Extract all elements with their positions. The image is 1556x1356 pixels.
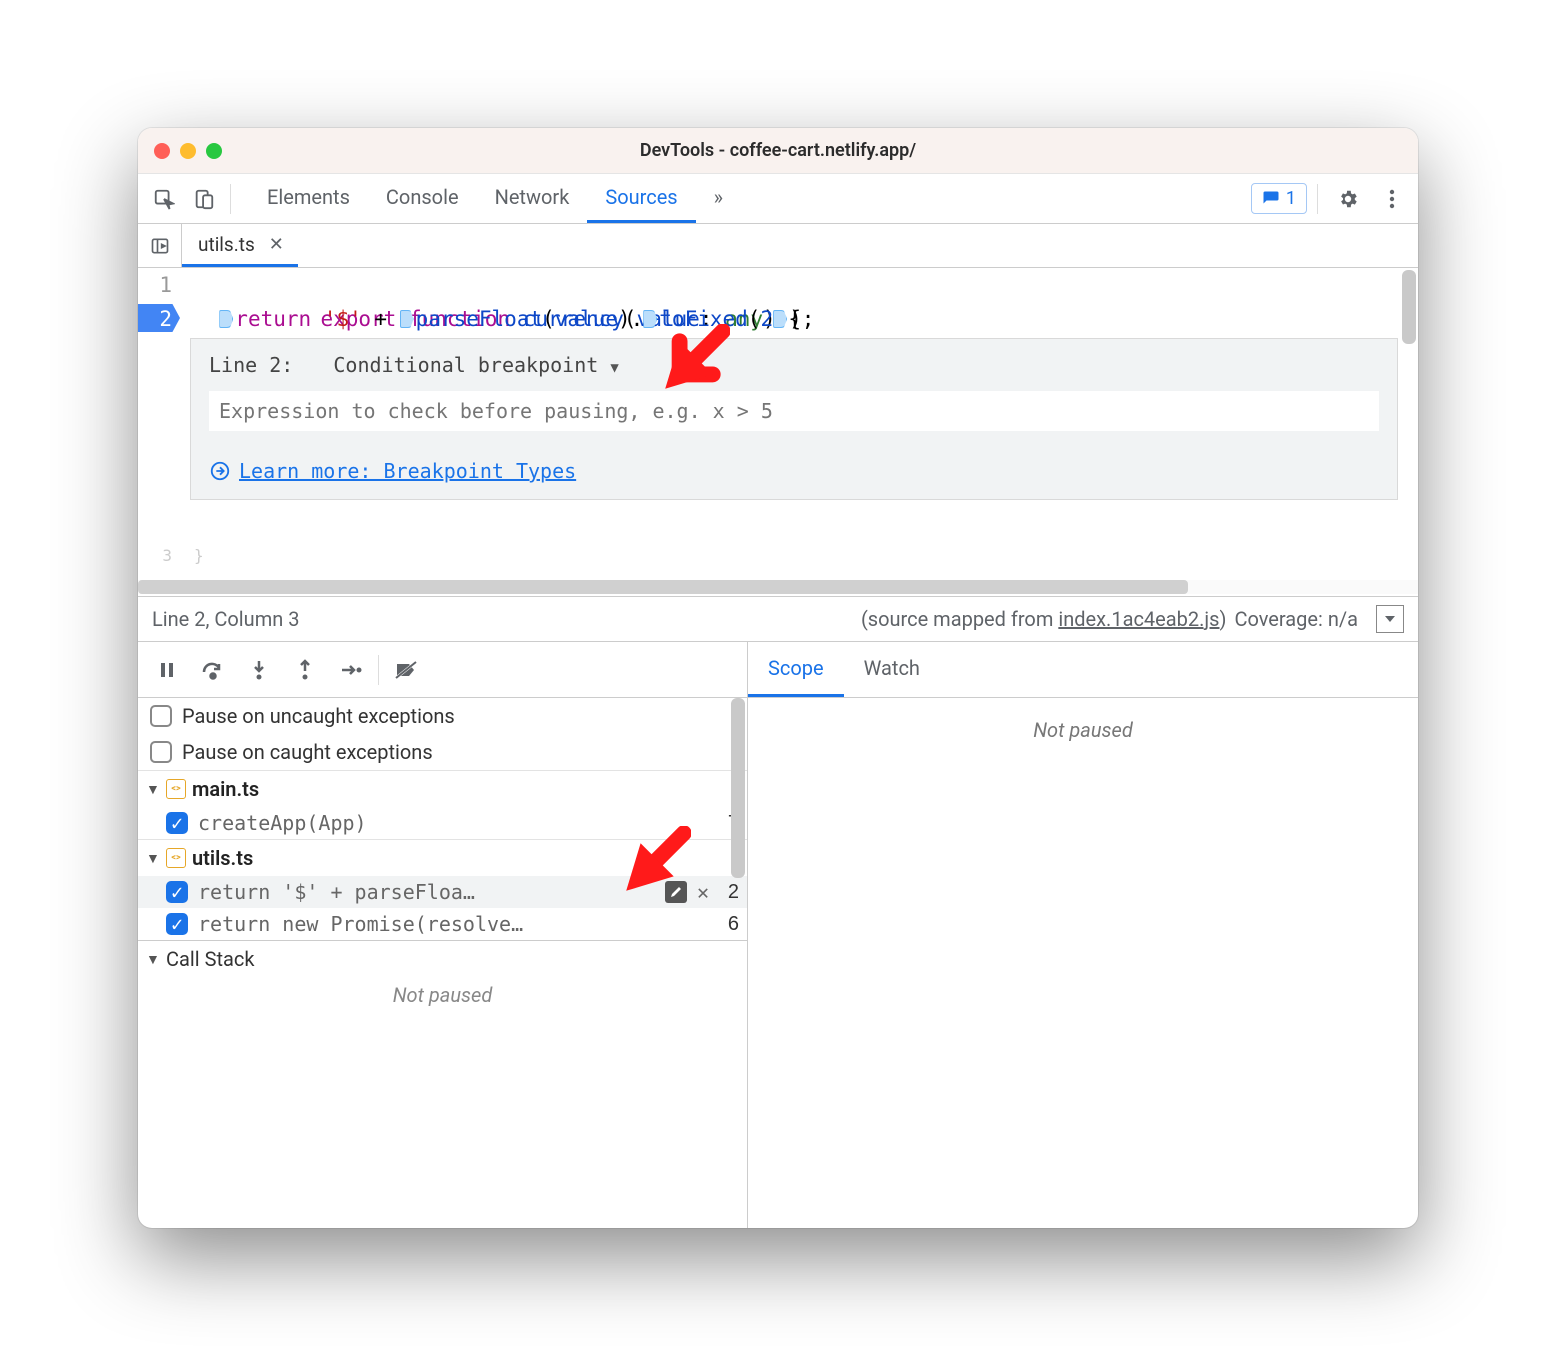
learn-more-link[interactable]: Learn more: Breakpoint Types: [209, 459, 1379, 483]
left-pane-scrollbar[interactable]: [731, 698, 745, 878]
call-stack-section[interactable]: ▼ Call Stack: [138, 940, 747, 977]
checkbox-icon[interactable]: ✓: [166, 812, 188, 834]
step-out-icon[interactable]: [282, 648, 328, 692]
debugger-section: Pause on uncaught exceptions Pause on ca…: [138, 642, 1418, 1228]
pause-caught-row[interactable]: Pause on caught exceptions: [138, 734, 747, 770]
source-mapped-label: (source mapped from index.1ac4eab2.js): [861, 607, 1227, 631]
code-editor[interactable]: 1 export function currency(value: any) {…: [138, 268, 1418, 578]
close-window-button[interactable]: [154, 143, 170, 159]
chevron-down-icon: ▼: [146, 850, 160, 867]
breakpoint-row[interactable]: ✓ return new Promise(resolve… 6: [138, 908, 747, 940]
inspect-element-icon[interactable]: [144, 179, 184, 219]
devtools-window: DevTools - coffee-cart.netlify.app/ Elem…: [138, 128, 1418, 1228]
pause-button-icon[interactable]: [144, 648, 190, 692]
kebab-menu-icon[interactable]: [1372, 179, 1412, 219]
chevron-down-icon: ▼: [610, 360, 618, 376]
main-toolbar: Elements Console Network Sources » 1: [138, 174, 1418, 224]
issues-count: 1: [1286, 188, 1296, 209]
maximize-window-button[interactable]: [206, 143, 222, 159]
step-into-icon[interactable]: [236, 648, 282, 692]
pause-uncaught-row[interactable]: Pause on uncaught exceptions: [138, 698, 747, 734]
scope-watch-pane: Scope Watch Not paused: [748, 642, 1418, 1228]
checkbox-icon[interactable]: [150, 741, 172, 763]
tab-watch[interactable]: Watch: [844, 642, 940, 697]
window-controls: [154, 143, 222, 159]
toolbar-separator: [1317, 184, 1318, 214]
tab-elements[interactable]: Elements: [249, 174, 368, 223]
tab-network[interactable]: Network: [477, 174, 588, 223]
cond-line-label: Line 2:: [209, 353, 293, 377]
close-icon[interactable]: ✕: [263, 234, 290, 255]
file-tab-bar: utils.ts ✕: [138, 224, 1418, 268]
debug-controls-toolbar: [138, 642, 747, 698]
file-group-main[interactable]: ▼ <> main.ts: [138, 770, 747, 807]
code-line-2[interactable]: 2 return '$' + parseFloat(value).toFixed…: [138, 302, 1418, 336]
titlebar: DevTools - coffee-cart.netlify.app/: [138, 128, 1418, 174]
coverage-label: Coverage: n/a: [1234, 607, 1358, 631]
inline-breakpoint-icon[interactable]: [773, 310, 787, 328]
scope-not-paused: Not paused: [748, 698, 1418, 1228]
file-tab-utils[interactable]: utils.ts ✕: [182, 224, 298, 267]
minimize-window-button[interactable]: [180, 143, 196, 159]
checkbox-icon[interactable]: ✓: [166, 913, 188, 935]
tab-scope[interactable]: Scope: [748, 642, 844, 697]
gear-icon[interactable]: [1328, 179, 1368, 219]
breakpoint-row[interactable]: ✓ return '$' + parseFloa… ✕ 2: [138, 876, 747, 908]
chevron-down-icon: ▼: [146, 951, 160, 968]
ts-file-icon: <>: [166, 779, 186, 799]
inline-breakpoint-icon[interactable]: [400, 310, 414, 328]
cond-type-dropdown[interactable]: Conditional breakpoint ▼: [333, 353, 618, 377]
checkbox-icon[interactable]: ✓: [166, 881, 188, 903]
show-console-drawer-icon[interactable]: [1376, 605, 1404, 633]
tabs-overflow-icon[interactable]: »: [696, 174, 741, 223]
breakpoints-pane: Pause on uncaught exceptions Pause on ca…: [138, 642, 748, 1228]
breakpoints-list: Pause on uncaught exceptions Pause on ca…: [138, 698, 747, 1228]
code-line-3[interactable]: 3 }: [138, 546, 204, 565]
tab-sources[interactable]: Sources: [587, 174, 695, 223]
toolbar-separator: [378, 655, 379, 685]
code-horizontal-scrollbar[interactable]: [138, 578, 1418, 596]
source-map-file-link[interactable]: index.1ac4eab2.js: [1058, 607, 1219, 631]
breakpoint-row[interactable]: ✓ createApp(App) 7: [138, 807, 747, 839]
file-group-utils[interactable]: ▼ <> utils.ts: [138, 839, 747, 876]
panel-tabs: Elements Console Network Sources »: [249, 174, 741, 223]
scope-watch-tabs: Scope Watch: [748, 642, 1418, 698]
ts-file-icon: <>: [166, 848, 186, 868]
code-vertical-scrollbar[interactable]: [1400, 268, 1418, 558]
conditional-breakpoint-panel: Line 2: Conditional breakpoint ▼ Learn m…: [190, 338, 1398, 500]
code-line-1[interactable]: 1 export function currency(value: any) {: [138, 268, 1418, 302]
remove-breakpoint-icon[interactable]: ✕: [697, 880, 709, 904]
toolbar-separator: [230, 184, 231, 214]
file-tab-label: utils.ts: [198, 233, 255, 256]
navigator-toggle-icon[interactable]: [138, 224, 182, 267]
inline-breakpoint-icon[interactable]: [219, 310, 233, 328]
checkbox-icon[interactable]: [150, 705, 172, 727]
step-icon[interactable]: [328, 648, 374, 692]
device-toggle-icon[interactable]: [184, 179, 224, 219]
window-title: DevTools - coffee-cart.netlify.app/: [138, 140, 1418, 161]
deactivate-breakpoints-icon[interactable]: [383, 648, 429, 692]
tab-console[interactable]: Console: [368, 174, 477, 223]
issues-badge[interactable]: 1: [1251, 183, 1307, 214]
status-bar: Line 2, Column 3 (source mapped from ind…: [138, 596, 1418, 642]
inline-breakpoint-icon[interactable]: [643, 310, 657, 328]
line-number: 1: [159, 273, 172, 297]
cursor-position: Line 2, Column 3: [152, 607, 299, 631]
chevron-down-icon: ▼: [146, 781, 160, 798]
call-stack-not-paused: Not paused: [138, 977, 747, 1013]
condition-expression-input[interactable]: [209, 391, 1379, 431]
step-over-icon[interactable]: [190, 648, 236, 692]
edit-breakpoint-icon[interactable]: [665, 881, 687, 903]
breakpoint-marker[interactable]: 2: [138, 302, 180, 336]
